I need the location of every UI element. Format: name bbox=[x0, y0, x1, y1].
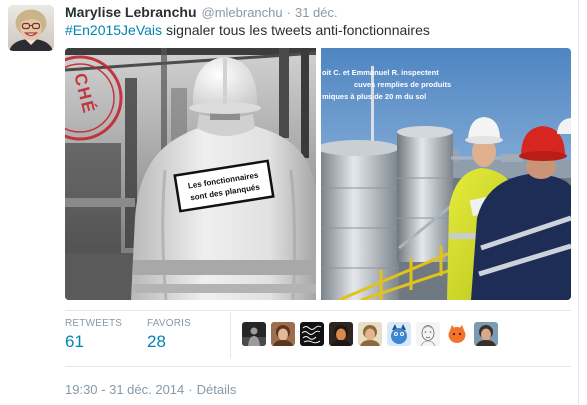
cartoon-avatar-icon bbox=[387, 322, 411, 346]
favoriter-avatar[interactable] bbox=[445, 322, 469, 346]
favoriter-avatar[interactable] bbox=[329, 322, 353, 346]
favoriter-avatar[interactable] bbox=[271, 322, 295, 346]
favoriter-avatar[interactable] bbox=[242, 322, 266, 346]
caption-line: cuves remplies de produits bbox=[354, 80, 451, 89]
header-separator: · bbox=[286, 5, 291, 20]
timestamp-separator: · bbox=[188, 382, 193, 397]
hashtag-link[interactable]: #En2015JeVais bbox=[65, 22, 162, 38]
tweet-date[interactable]: 31 déc. bbox=[295, 5, 338, 20]
photo-1-image: CHÉ Les fonctionnaires sont des planqués bbox=[65, 48, 316, 300]
details-link[interactable]: Détails bbox=[197, 382, 237, 397]
photo-2-image: oit C. et Emmanuel R. inspectent cuves r… bbox=[321, 48, 571, 300]
portrait-avatar-icon bbox=[271, 322, 295, 346]
tweet-text-body: signaler tous les tweets anti-fonctionna… bbox=[166, 22, 430, 38]
retweets-stat[interactable]: RETWEETS 61 bbox=[65, 318, 122, 352]
caption-line: miques à plus de 20 m du sol bbox=[322, 92, 426, 101]
timeline-border bbox=[578, 0, 579, 405]
stats-divider bbox=[230, 312, 231, 358]
portrait-avatar-icon bbox=[358, 322, 382, 346]
stat-value: 61 bbox=[65, 332, 84, 351]
favoriter-avatar[interactable] bbox=[300, 322, 324, 346]
reflective-stripe bbox=[133, 284, 316, 293]
author-handle[interactable]: @mlebranchu bbox=[202, 5, 283, 20]
favorites-stat[interactable]: FAVORIS 28 bbox=[147, 318, 191, 352]
divider bbox=[65, 366, 571, 367]
tweet-timestamp-row: 19:30 - 31 déc. 2014 · Détails bbox=[65, 382, 236, 398]
media-grid: CHÉ Les fonctionnaires sont des planqués… bbox=[65, 48, 571, 300]
tweet-text: #En2015JeVais signaler tous les tweets an… bbox=[65, 21, 430, 39]
author-name[interactable]: Marylise Lebranchu bbox=[65, 4, 197, 20]
favoriters-list bbox=[242, 322, 498, 346]
stat-value: 28 bbox=[147, 332, 166, 351]
handwriting-avatar-icon bbox=[300, 322, 324, 346]
orange-face-avatar-icon bbox=[445, 322, 469, 346]
stat-label: FAVORIS bbox=[147, 318, 192, 329]
portrait-avatar-icon bbox=[474, 322, 498, 346]
reflective-stripe bbox=[133, 260, 316, 275]
profile-photo-icon bbox=[8, 5, 54, 51]
favoriter-avatar[interactable] bbox=[474, 322, 498, 346]
photo-2[interactable]: oit C. et Emmanuel R. inspectent cuves r… bbox=[321, 48, 571, 300]
favoriter-avatar[interactable] bbox=[387, 322, 411, 346]
caption-line: oit C. et Emmanuel R. inspectent bbox=[322, 68, 439, 77]
favoriter-avatar[interactable] bbox=[358, 322, 382, 346]
portrait-avatar-icon bbox=[329, 322, 353, 346]
tweet-timestamp[interactable]: 19:30 - 31 déc. 2014 bbox=[65, 382, 184, 397]
storage-tank bbox=[321, 140, 399, 300]
sketch-avatar-icon bbox=[416, 322, 440, 346]
tweet-header: Marylise Lebranchu @mlebranchu · 31 déc. bbox=[65, 3, 338, 21]
dark-photo-avatar-icon bbox=[242, 322, 266, 346]
favoriter-avatar[interactable] bbox=[416, 322, 440, 346]
divider bbox=[65, 310, 571, 311]
photo-1[interactable]: CHÉ Les fonctionnaires sont des planqués bbox=[65, 48, 316, 300]
author-avatar[interactable] bbox=[8, 5, 54, 51]
stat-label: RETWEETS bbox=[65, 318, 123, 329]
